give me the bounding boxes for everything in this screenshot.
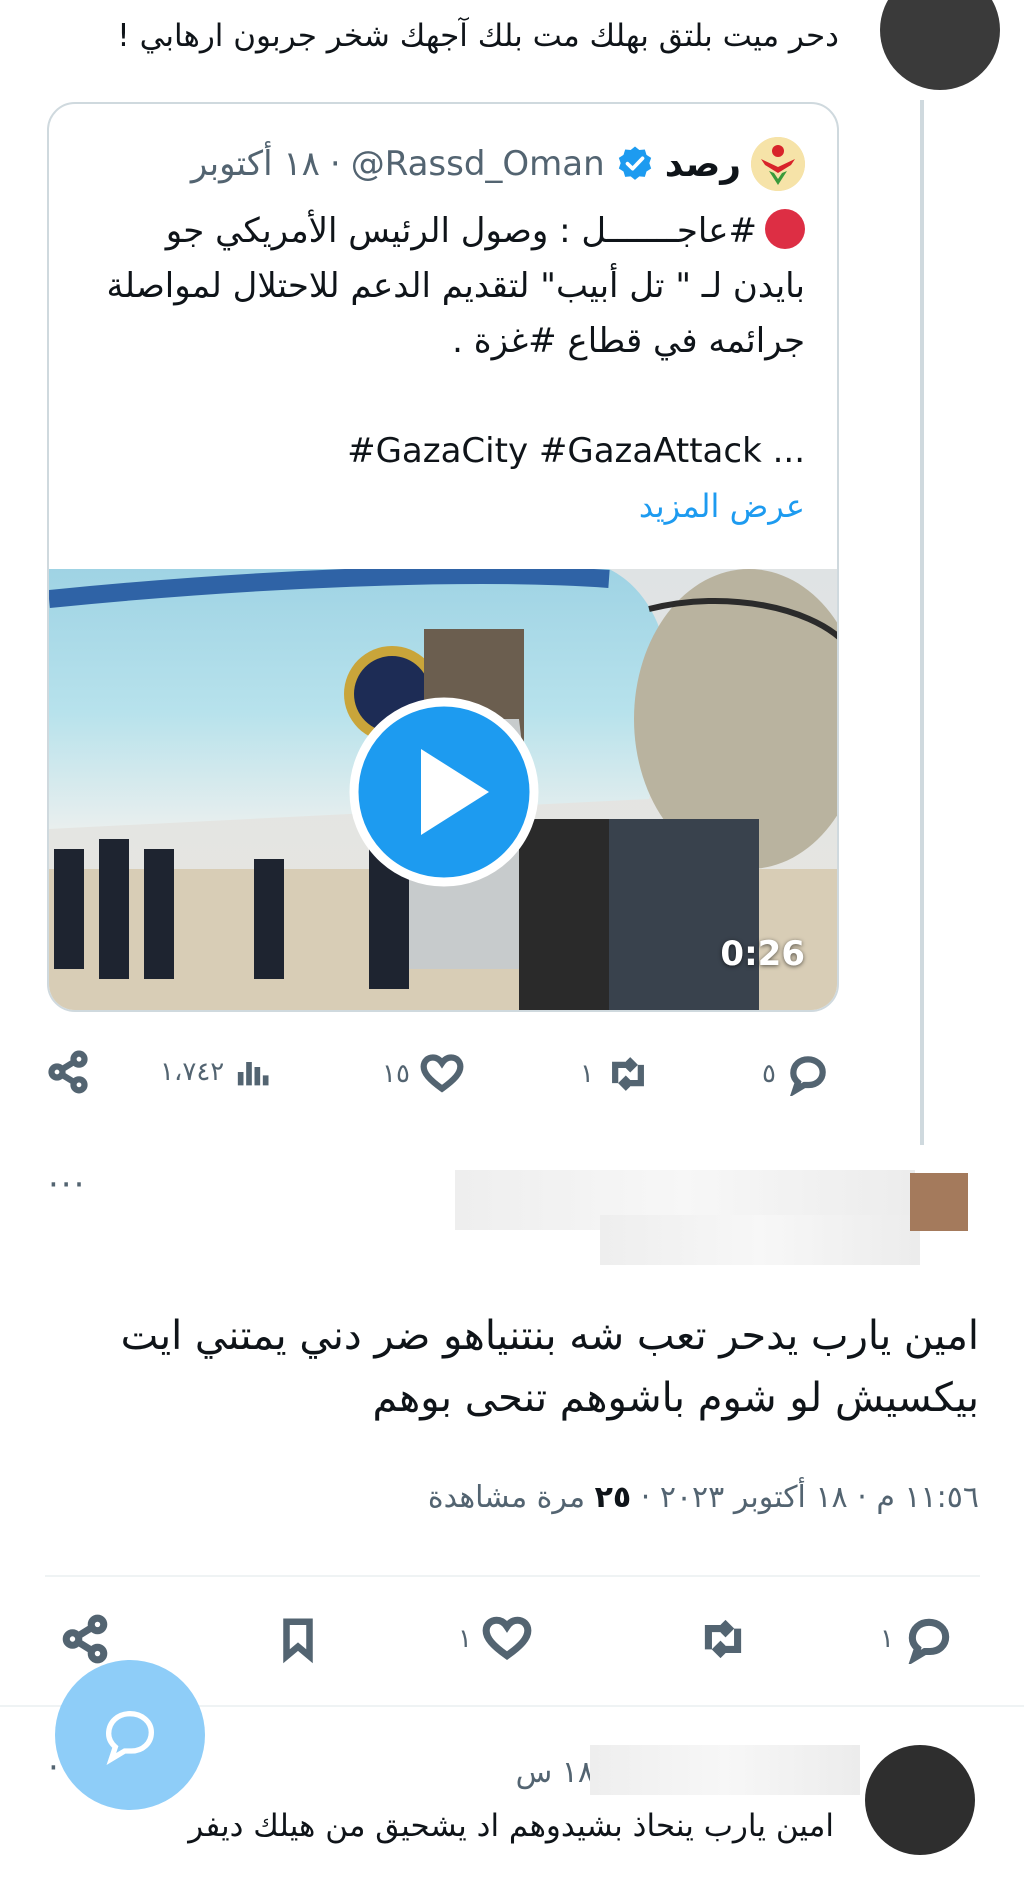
quoted-tweet-card[interactable]: رصد @Rassd_Oman · ١٨ أكتوبر #عاجـــــــل… xyxy=(47,102,839,1012)
reply-line-1: امين يارب يدحر تعب شه بنتنياهو ضر دني يم… xyxy=(120,1313,979,1359)
play-button-icon[interactable] xyxy=(349,697,539,887)
share-icon xyxy=(48,1050,88,1094)
more-options-button[interactable]: ··· xyxy=(48,1165,86,1205)
views-number: ٢٥ xyxy=(594,1480,632,1515)
quoted-tweet-text: #عاجـــــــل : وصول الرئيس الأمريكي جو ب… xyxy=(75,204,805,534)
share-button[interactable] xyxy=(46,1050,90,1094)
comment-icon xyxy=(908,1618,950,1664)
bookmark-icon xyxy=(283,1618,313,1664)
video-duration: 0:26 xyxy=(720,934,805,974)
reply-share-button[interactable] xyxy=(60,1614,110,1664)
thread-line xyxy=(920,100,924,1145)
retweet-icon xyxy=(612,1057,644,1091)
reply-retweet-button[interactable] xyxy=(696,1614,750,1664)
quoted-display-name[interactable]: رصد xyxy=(665,144,741,185)
reply-button[interactable]: ٥ xyxy=(762,1052,830,1096)
views-label: مرة مشاهدة xyxy=(427,1480,586,1515)
quoted-line-2: بايدن لـ " تل أبيب" لتقديم الدعم للاحتلا… xyxy=(106,266,805,306)
reply-likes-count: ١ xyxy=(458,1624,472,1654)
divider xyxy=(45,1575,980,1577)
parent-avatar[interactable] xyxy=(880,0,1000,90)
reply-replies-count: ١ xyxy=(880,1624,894,1654)
reply-comment-button[interactable]: ١ xyxy=(880,1614,954,1664)
quoted-tweet-header: رصد @Rassd_Oman · ١٨ أكتوبر xyxy=(191,134,805,194)
quoted-date[interactable]: ١٨ أكتوبر xyxy=(191,144,320,184)
compose-bubble-icon xyxy=(105,1710,155,1765)
share-icon xyxy=(62,1614,108,1664)
quoted-line-3: جرائمه في قطاع #غزة . xyxy=(452,321,805,361)
quoted-line-1: #عاجـــــــل : وصول الرئيس الأمريكي جو xyxy=(165,211,757,251)
reply-like-button[interactable]: ١ xyxy=(458,1614,532,1664)
compose-reply-button[interactable] xyxy=(55,1660,205,1810)
meta-separator-2: · xyxy=(640,1480,651,1515)
author-handle-blurred[interactable] xyxy=(600,1215,920,1265)
quoted-handle[interactable]: @Rassd_Oman xyxy=(351,144,605,184)
quoted-hashtags[interactable]: #GazaCity #GazaAttack ... xyxy=(75,424,805,479)
retweets-count: ١ xyxy=(580,1059,594,1089)
bookmark-button[interactable] xyxy=(275,1614,321,1664)
like-button[interactable]: ١٥ xyxy=(382,1052,464,1096)
show-more-link[interactable]: عرض المزيد xyxy=(75,479,805,534)
next-reply-time[interactable]: ١٨ س xyxy=(516,1755,594,1790)
reply-text: امين يارب يدحر تعب شه بنتنياهو ضر دني يم… xyxy=(79,1305,979,1429)
red-circle-icon xyxy=(765,209,805,249)
next-reply-text: امين يارب ينحاذ بشيدوهم اد يشحيق من هيلك… xyxy=(188,1808,834,1844)
views-button[interactable]: ١،٧٤٢ xyxy=(160,1052,274,1092)
quoted-avatar[interactable] xyxy=(751,137,805,191)
header-separator: · xyxy=(329,144,341,184)
reply-time[interactable]: ١١:٥٦ م xyxy=(876,1480,979,1515)
retweet-button[interactable]: ١ xyxy=(580,1052,652,1096)
video-thumbnail[interactable]: 0:26 xyxy=(49,569,837,1010)
reply-line-2: بيكسيش لو شوم باشوهم تنحى بوهم xyxy=(372,1375,979,1421)
heart-icon xyxy=(420,1054,464,1093)
reply-meta: ١١:٥٦ م · ١٨ أكتوبر ٢٠٢٣ · ٢٥ مرة مشاهدة xyxy=(428,1480,979,1515)
meta-separator-1: · xyxy=(857,1480,867,1515)
next-reply-avatar[interactable] xyxy=(865,1745,975,1855)
rassd-logo-icon xyxy=(751,137,805,191)
views-count: ١،٧٤٢ xyxy=(160,1057,225,1087)
heart-icon xyxy=(482,1616,532,1661)
comment-icon xyxy=(790,1056,826,1096)
verified-badge-icon xyxy=(618,146,651,180)
reply-date[interactable]: ١٨ أكتوبر ٢٠٢٣ xyxy=(660,1480,848,1515)
likes-count: ١٥ xyxy=(382,1059,410,1089)
replies-count: ٥ xyxy=(762,1059,776,1089)
retweet-icon xyxy=(704,1619,742,1659)
next-author-blurred[interactable] xyxy=(590,1745,860,1795)
parent-reply-text: دحر ميت بلتق بهلك مت بلك آجهك شخر جربون … xyxy=(117,18,839,54)
analytics-icon xyxy=(238,1062,269,1086)
reply-avatar[interactable] xyxy=(910,1173,968,1231)
